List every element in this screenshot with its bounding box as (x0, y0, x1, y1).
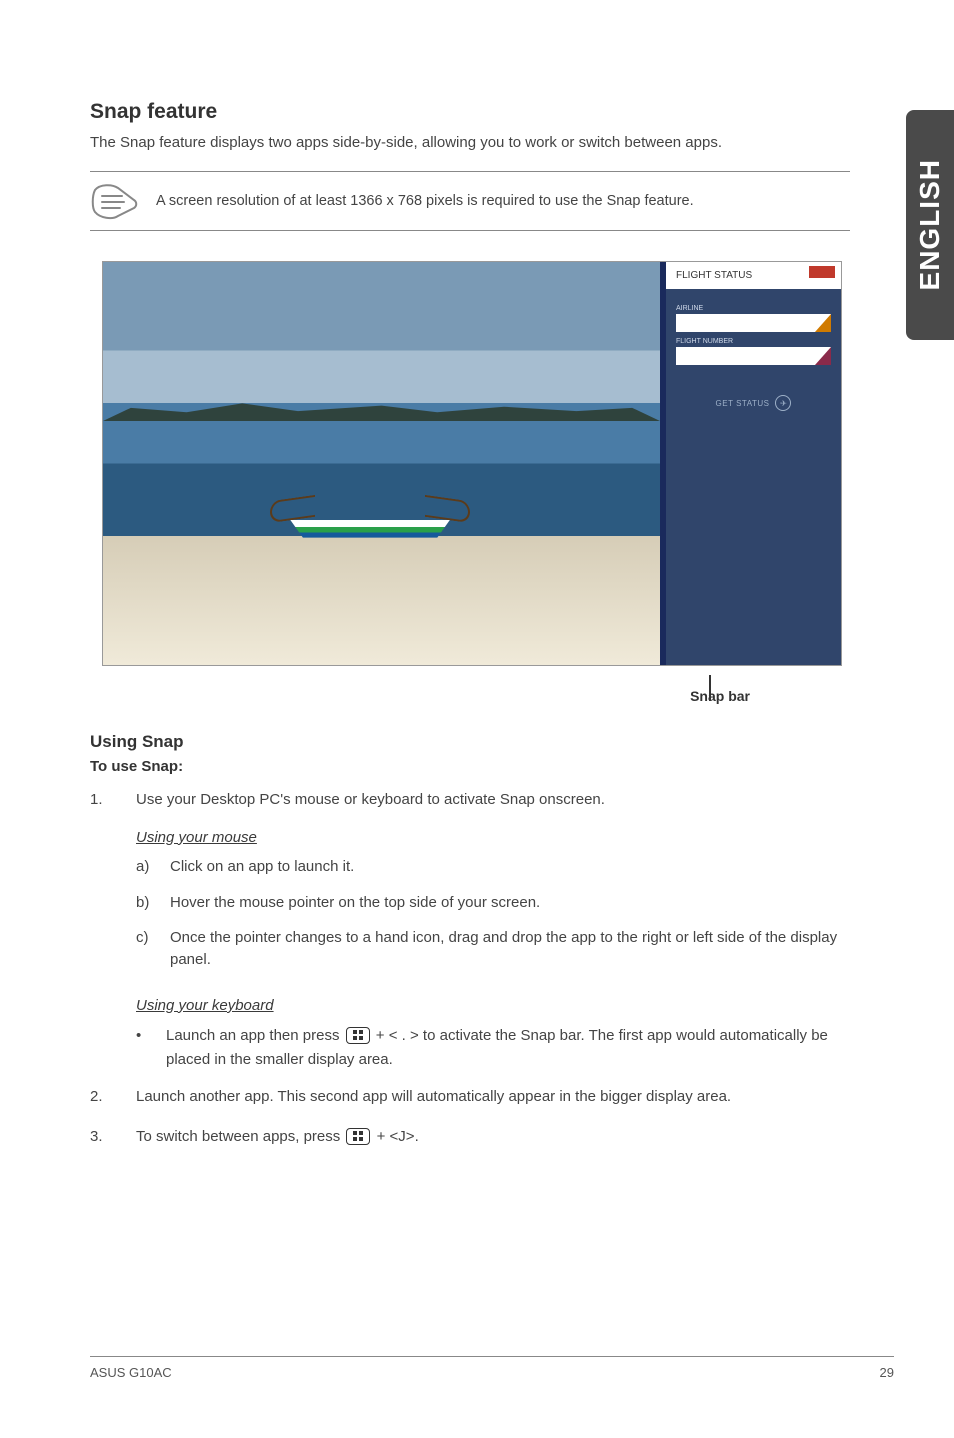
keyboard-bullet-text: Launch an app then press + < . > to acti… (166, 1024, 850, 1072)
flight-status-header: FLIGHT STATUS (666, 262, 841, 289)
to-use-snap-label: To use Snap: (90, 758, 850, 775)
mouse-step-a-text: Click on an app to launch it. (170, 856, 850, 878)
airline-input[interactable] (676, 314, 831, 332)
step-2-text: Launch another app. This second app will… (136, 1086, 850, 1108)
step-3-text: To switch between apps, press + <J>. (136, 1126, 850, 1148)
note-hand-icon (90, 182, 140, 220)
snap-screenshot: FLIGHT STATUS AIRLINE FLIGHT NUMBER GET … (102, 261, 842, 666)
airline-label: AIRLINE (676, 305, 831, 312)
kb-text-pre: Launch an app then press (166, 1027, 344, 1044)
flight-number-input[interactable] (676, 347, 831, 365)
windows-key-icon (346, 1027, 370, 1044)
get-status-label: GET STATUS (716, 399, 770, 408)
snap-bar-caption: Snap bar (90, 688, 750, 704)
step-number: 3. (90, 1126, 108, 1148)
step-3: 3. To switch between apps, press + <J>. (90, 1126, 850, 1148)
step-1: 1. Use your Desktop PC's mouse or keyboa… (90, 789, 850, 811)
mouse-step-a: a) Click on an app to launch it. (136, 856, 850, 878)
page-content: Snap feature The Snap feature displays t… (90, 100, 850, 1165)
snap-bar[interactable] (660, 262, 666, 665)
note-text: A screen resolution of at least 1366 x 7… (156, 193, 694, 209)
footer-page-number: 29 (880, 1365, 894, 1380)
mouse-steps: a) Click on an app to launch it. b) Hove… (136, 856, 850, 971)
flight-number-label: FLIGHT NUMBER (676, 338, 831, 345)
snap-right-app: FLIGHT STATUS AIRLINE FLIGHT NUMBER GET … (666, 262, 841, 665)
plane-icon: ✈ (775, 395, 791, 411)
windows-key-icon (346, 1128, 370, 1145)
steps-list: 1. Use your Desktop PC's mouse or keyboa… (90, 789, 850, 811)
page-footer: ASUS G10AC 29 (90, 1356, 894, 1380)
mouse-step-c: c) Once the pointer changes to a hand ic… (136, 927, 850, 971)
steps-list-cont: 2. Launch another app. This second app w… (90, 1086, 850, 1148)
language-tab-label: ENGLISH (914, 159, 946, 290)
step-number: 1. (90, 789, 108, 811)
get-status-button[interactable]: GET STATUS ✈ (676, 395, 831, 411)
footer-model: ASUS G10AC (90, 1365, 172, 1380)
step3-pre: To switch between apps, press (136, 1128, 344, 1145)
step3-post: + <J>. (372, 1128, 418, 1145)
keyboard-bullet: • Launch an app then press + < . > to ac… (136, 1024, 850, 1072)
step-number: 2. (90, 1086, 108, 1108)
letter-marker: a) (136, 856, 156, 878)
bullet-marker: • (136, 1024, 146, 1072)
using-keyboard-heading: Using your keyboard (136, 997, 850, 1014)
step-2: 2. Launch another app. This second app w… (90, 1086, 850, 1108)
letter-marker: c) (136, 927, 156, 971)
using-mouse-heading: Using your mouse (136, 829, 850, 846)
language-tab: ENGLISH (906, 110, 954, 340)
section-title: Snap feature (90, 100, 850, 124)
letter-marker: b) (136, 892, 156, 914)
snap-bar-callout-line (709, 675, 711, 701)
flight-status-title: FLIGHT STATUS (676, 270, 752, 281)
keyboard-steps: • Launch an app then press + < . > to ac… (136, 1024, 850, 1072)
mouse-step-c-text: Once the pointer changes to a hand icon,… (170, 927, 850, 971)
intro-text: The Snap feature displays two apps side-… (90, 132, 850, 153)
note-box: A screen resolution of at least 1366 x 7… (90, 171, 850, 231)
close-icon[interactable] (809, 266, 835, 278)
mouse-step-b-text: Hover the mouse pointer on the top side … (170, 892, 850, 914)
mouse-step-b: b) Hover the mouse pointer on the top si… (136, 892, 850, 914)
step-1-text: Use your Desktop PC's mouse or keyboard … (136, 789, 850, 811)
using-snap-title: Using Snap (90, 732, 850, 752)
snap-left-app (103, 262, 660, 665)
